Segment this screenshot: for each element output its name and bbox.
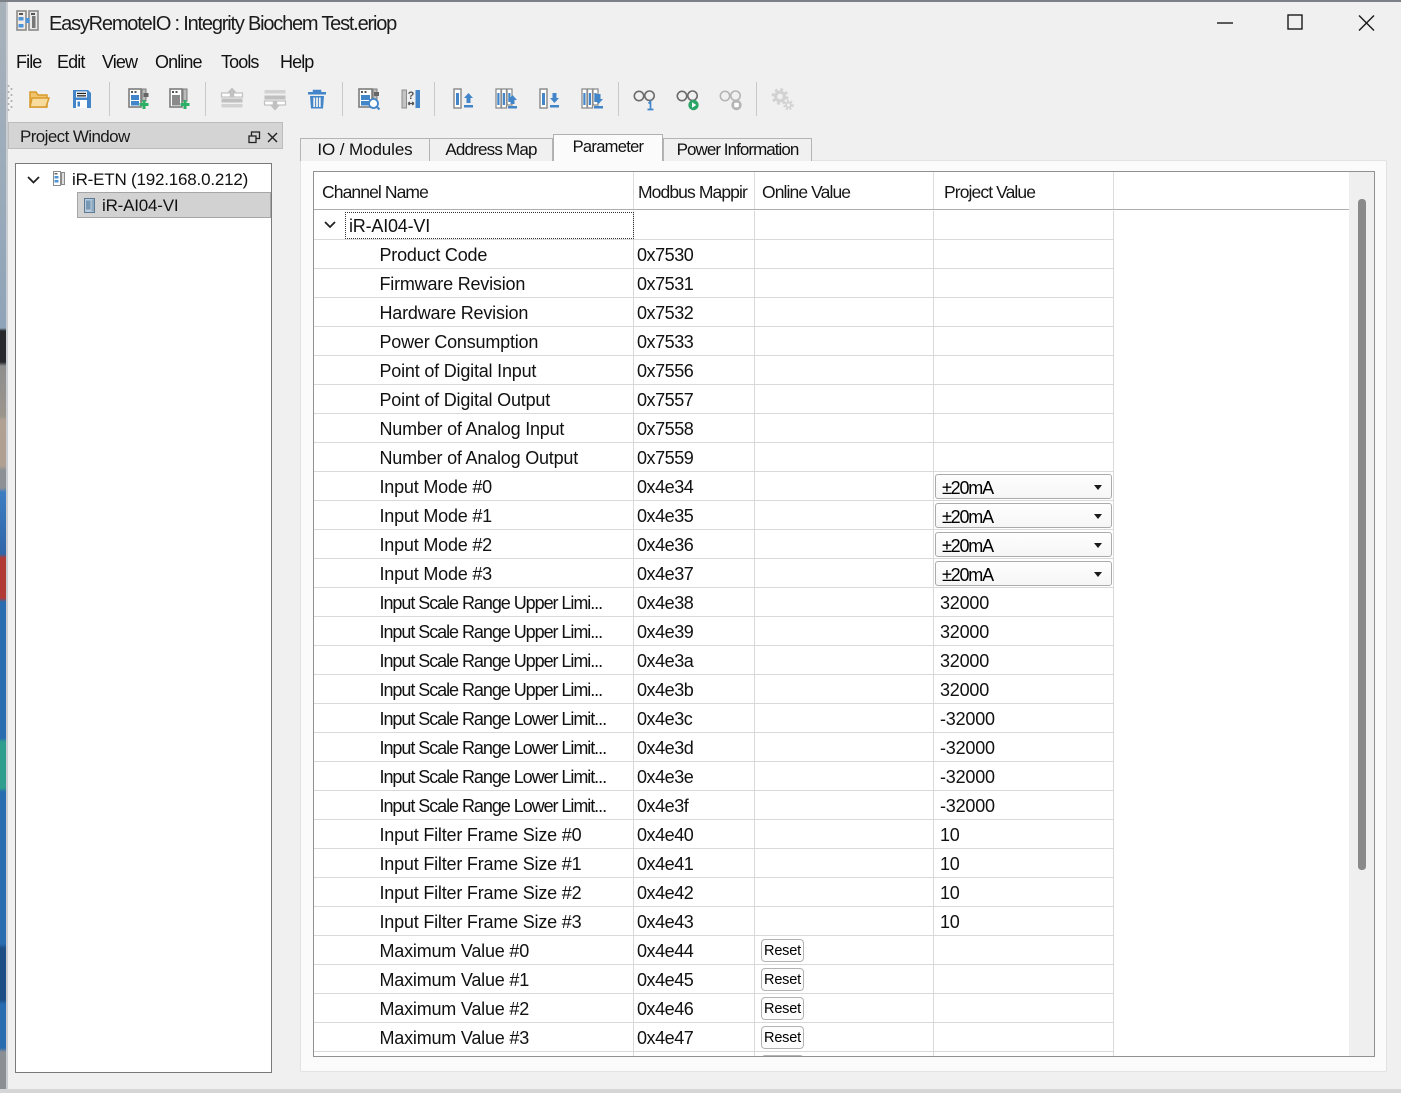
svg-text:?: ?	[408, 90, 415, 102]
